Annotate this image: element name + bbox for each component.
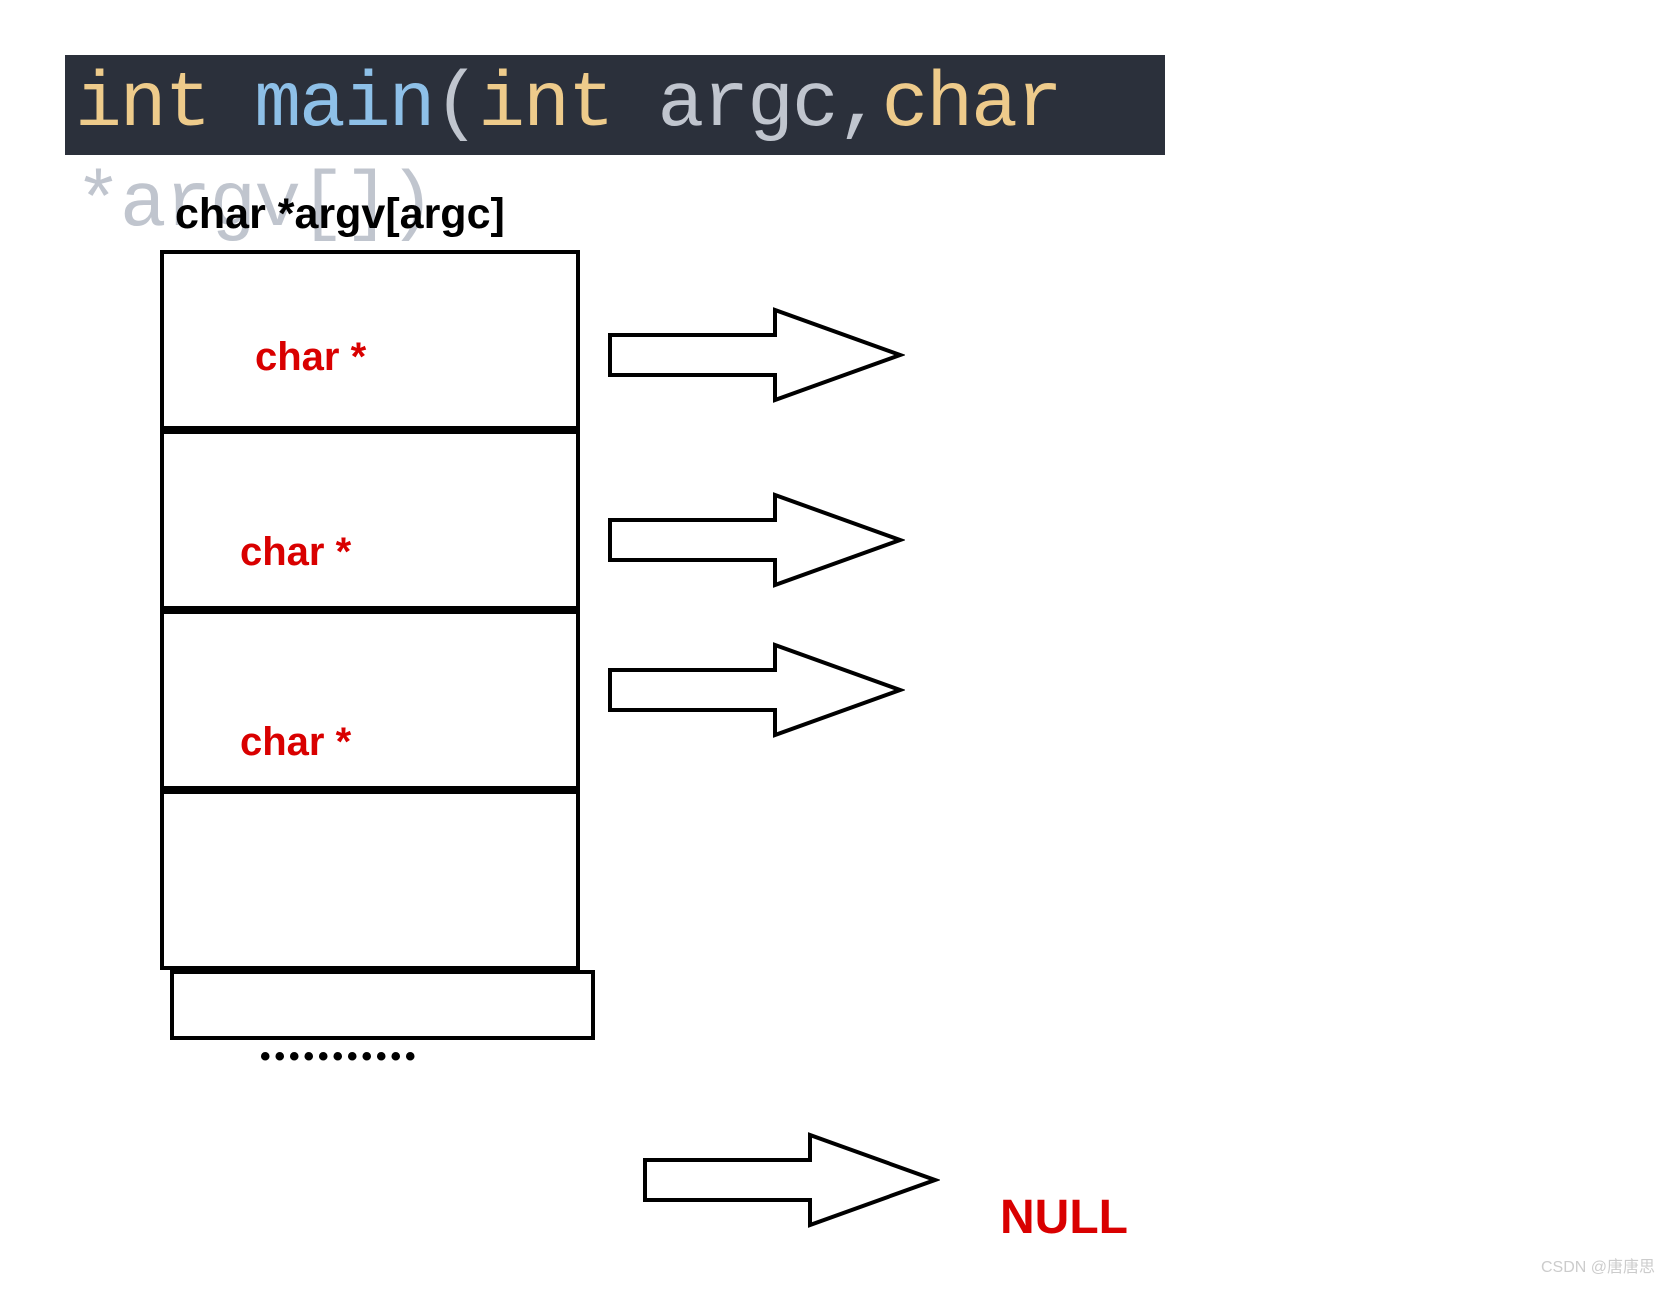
arrow-0 (605, 305, 905, 405)
arrow-2 (605, 640, 905, 740)
type-char: char (882, 61, 1061, 149)
ellipsis-dots: ••••••••••• (260, 1040, 420, 1074)
star: * (75, 161, 120, 249)
function-main: main (254, 61, 433, 149)
arrow-1 (605, 490, 905, 590)
arrow-null (640, 1130, 940, 1230)
cell-label-1: char * (240, 530, 351, 575)
null-label: NULL (1000, 1190, 1128, 1245)
array-cell-3 (160, 790, 580, 970)
cell-label-2: char * (240, 720, 351, 765)
comma: , (837, 61, 882, 149)
array-cell-2 (160, 610, 580, 790)
array-cell-1 (160, 430, 580, 610)
keyword-int: int (75, 61, 254, 149)
open-paren: ( (433, 61, 478, 149)
array-cell-4 (170, 970, 595, 1040)
param-argc: argc (658, 61, 837, 149)
code-header: int main(int argc,char *argv[]) (65, 55, 1165, 155)
cell-label-0: char * (255, 335, 366, 380)
watermark: CSDN @唐唐思 (1541, 1253, 1655, 1277)
type-int: int (478, 61, 657, 149)
array-title: char *argv[argc] (175, 190, 505, 239)
array-cell-0 (160, 250, 580, 430)
